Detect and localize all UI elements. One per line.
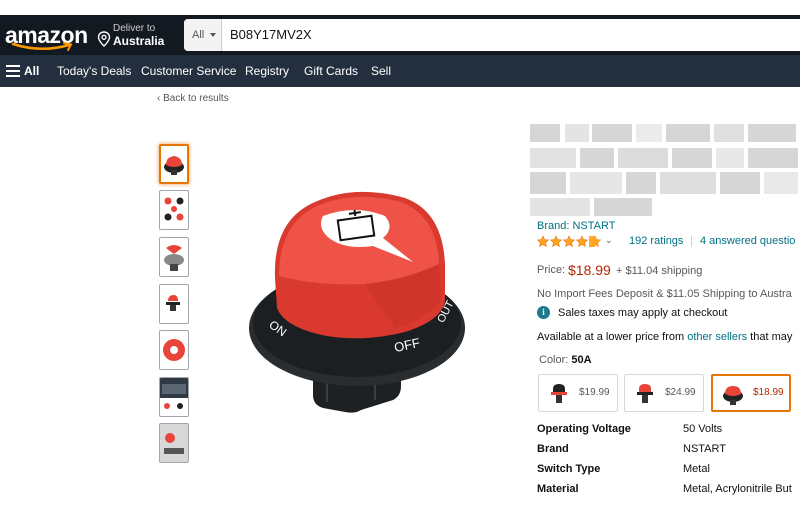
thumb-install-image: [160, 424, 188, 462]
answered-questions-link[interactable]: 4 answered questio: [700, 235, 795, 247]
nav-item-customer-service[interactable]: Customer Service: [141, 55, 236, 87]
deliver-to[interactable]: Deliver to Australia: [97, 19, 177, 51]
thumbnail-2[interactable]: [159, 190, 189, 230]
deliver-label: Deliver to: [113, 23, 156, 34]
chevron-down-icon: [210, 33, 216, 37]
swatch-3-image: [723, 386, 743, 405]
ratings-count-link[interactable]: 192 ratings: [629, 235, 683, 247]
lower-price-suffix: that may: [747, 331, 793, 343]
main-product-image[interactable]: ON OFF OUT: [245, 180, 475, 420]
spec-value: Metal: [683, 463, 710, 475]
thumbnail-4[interactable]: [159, 284, 189, 324]
swatch-1-price: $19.99: [579, 387, 610, 398]
thumb-lifestyle-image: [160, 378, 188, 409]
info-icon: i: [537, 306, 550, 319]
blurred-product-title: [530, 122, 800, 218]
lower-price-prefix: Available at a lower price from: [537, 331, 688, 343]
thumbnail-3[interactable]: [159, 237, 189, 277]
star-rating-icon[interactable]: [537, 235, 603, 248]
thumbnail-7[interactable]: [159, 423, 189, 463]
thumbnail-1[interactable]: [159, 144, 189, 184]
search-input[interactable]: [230, 19, 790, 51]
amazon-logo[interactable]: amazon: [5, 20, 88, 51]
thumb-side-image: [166, 295, 180, 311]
thumb-top-image: [163, 339, 185, 361]
swatch-2-price: $24.99: [665, 387, 696, 398]
color-selection-label: Color: 50A: [539, 354, 592, 366]
brand-link[interactable]: Brand: NSTART: [537, 220, 615, 232]
spec-value: 50 Volts: [683, 423, 723, 435]
color-swatch-1[interactable]: $19.99: [538, 374, 618, 412]
spec-key: Material: [537, 483, 579, 495]
thumb-knob-image: [164, 156, 184, 175]
header: amazon Deliver to Australia All: [0, 15, 800, 55]
spec-key: Operating Voltage: [537, 423, 631, 435]
swatch-3-price: $18.99: [753, 387, 784, 398]
thumb-dimension-image: [164, 245, 184, 271]
spec-key: Brand: [537, 443, 569, 455]
other-sellers-link[interactable]: other sellers: [687, 331, 747, 343]
thumb-multi-image: [164, 197, 184, 221]
main-nav: All Today's Deals Customer Service Regis…: [0, 55, 800, 87]
nav-item-sell[interactable]: Sell: [371, 55, 391, 87]
thumbnail-5[interactable]: [159, 330, 189, 370]
search-category-select[interactable]: All: [184, 19, 222, 51]
color-swatch-3[interactable]: $18.99: [711, 374, 791, 412]
search-category-label: All: [192, 29, 205, 41]
nav-item-todays-deals[interactable]: Today's Deals: [57, 55, 131, 87]
spec-value: NSTART: [683, 443, 726, 455]
color-label: Color:: [539, 354, 569, 366]
thumbnail-6[interactable]: [159, 377, 189, 417]
color-value: 50A: [571, 354, 592, 366]
price-label: Price:: [537, 264, 566, 276]
top-strip: [0, 0, 800, 15]
logo-smile-icon: [11, 42, 73, 51]
color-swatch-2[interactable]: $24.99: [624, 374, 704, 412]
import-fees-note: No Import Fees Deposit & $11.05 Shipping…: [537, 288, 792, 300]
nav-item-registry[interactable]: Registry: [245, 55, 289, 87]
spec-key: Switch Type: [537, 463, 601, 475]
deliver-location: Australia: [113, 34, 165, 48]
spec-value: Metal, Acrylonitrile But: [683, 483, 792, 495]
swatch-2-image: [637, 384, 653, 403]
nav-item-gift-cards[interactable]: Gift Cards: [304, 55, 358, 87]
lower-price-note: Available at a lower price from other se…: [537, 331, 792, 343]
nav-all[interactable]: All: [24, 55, 39, 87]
location-pin-icon: [97, 31, 111, 47]
tax-note-text: Sales taxes may apply at checkout: [558, 307, 728, 319]
price-value: $18.99: [568, 262, 611, 278]
shipping-cost: + $11.04 shipping: [616, 265, 703, 277]
hamburger-menu-icon[interactable]: [6, 65, 20, 77]
chevron-down-icon[interactable]: ⌄: [605, 235, 613, 246]
search-bar: All: [184, 19, 800, 51]
swatch-1-image: [551, 384, 567, 403]
ratings-separator: |: [690, 235, 693, 247]
back-to-results-link[interactable]: ‹ Back to results: [157, 93, 229, 104]
